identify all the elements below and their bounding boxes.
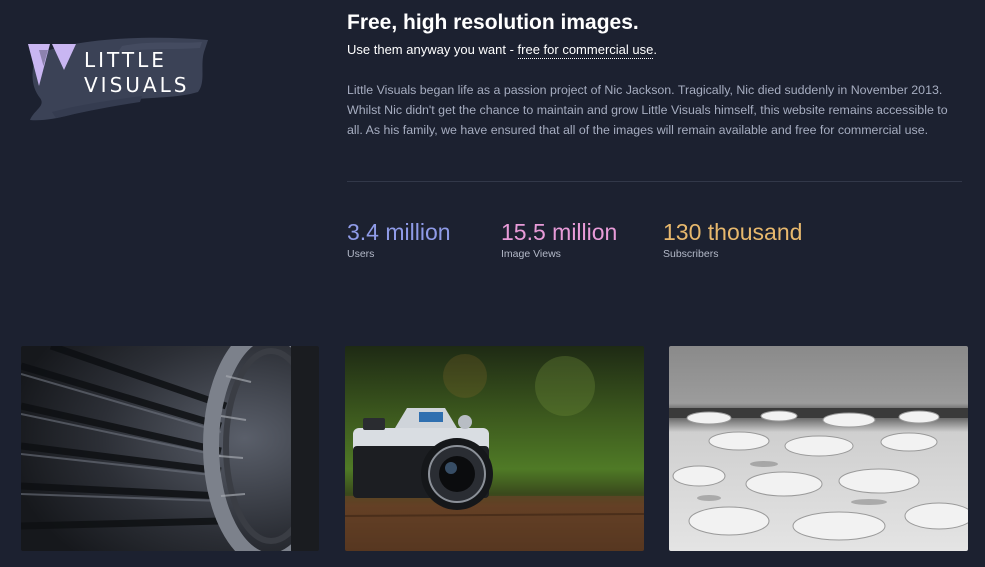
- site-logo[interactable]: LITTLE VISUALS: [22, 26, 212, 126]
- stat-label: Image Views: [501, 248, 561, 260]
- hero-subtitle: Use them anyway you want - free for comm…: [347, 40, 965, 60]
- stat-value: 130 thousand: [663, 219, 803, 245]
- hero-section: Free, high resolution images. Use them a…: [347, 8, 965, 140]
- stat-label: Subscribers: [663, 248, 719, 260]
- snowy-beach-photo[interactable]: [669, 346, 968, 551]
- hero-description: Little Visuals began life as a passion p…: [347, 83, 948, 137]
- subtitle-suffix: .: [653, 42, 657, 57]
- canon-camera-photo[interactable]: [345, 346, 644, 551]
- page-title: Free, high resolution images.: [347, 11, 639, 34]
- stat-value: 15.5 million: [501, 219, 618, 245]
- commercial-use-link[interactable]: free for commercial use: [517, 42, 654, 59]
- page: LITTLE VISUALS Free, high resolution ima…: [0, 0, 985, 567]
- logo-line-1: LITTLE: [84, 48, 167, 72]
- stat-subscribers: 130 thousand Subscribers: [663, 218, 802, 261]
- stat-image-views: 15.5 million Image Views: [501, 218, 617, 261]
- section-divider: [347, 181, 962, 182]
- triangle-logo-icon: [28, 44, 76, 86]
- logo-wordmark: LITTLE VISUALS: [84, 48, 189, 98]
- stat-label: Users: [347, 248, 375, 260]
- stat-users: 3.4 million Users: [347, 218, 451, 261]
- logo-line-2: VISUALS: [84, 73, 190, 97]
- stat-value: 3.4 million: [347, 219, 451, 245]
- turbine-engine-photo[interactable]: [21, 346, 319, 551]
- subtitle-prefix: Use them anyway you want -: [347, 42, 518, 57]
